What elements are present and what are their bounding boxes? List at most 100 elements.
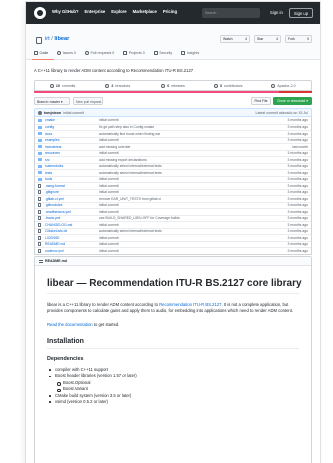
file-name[interactable]: config	[45, 125, 99, 129]
file-commit-message[interactable]: add missing override	[99, 145, 249, 149]
file-row[interactable]: examples initial commit 3 months ago	[35, 136, 311, 144]
file-commit-message[interactable]: initial commit	[99, 223, 249, 227]
file-row[interactable]: tools initial commit 3 months ago	[35, 175, 311, 183]
commit-author[interactable]: tomjnixon	[44, 111, 61, 115]
file-row[interactable]: README.md initial commit 3 months ago	[35, 240, 311, 248]
file-row[interactable]: .travis.yml use BUILD_SHARED_LIBS=OFF for…	[35, 214, 311, 222]
file-row[interactable]: config fix git path step also in Config.c…	[35, 123, 311, 131]
file-name[interactable]: codecov.yml	[45, 249, 99, 253]
fork-count[interactable]: 0	[307, 37, 309, 41]
tab-pull-requests[interactable]: Pull requests 0	[84, 51, 114, 55]
file-commit-message[interactable]: automatically find boost when finding ea…	[99, 132, 249, 136]
file-commit-message[interactable]: initial commit	[99, 177, 249, 181]
file-row[interactable]: resources initial commit 3 months ago	[35, 149, 311, 157]
branch-select-button[interactable]: Branch: master ▾	[34, 97, 70, 105]
file-name[interactable]: README.md	[45, 242, 99, 246]
file-commit-message[interactable]: automatically select internal/external t…	[99, 171, 249, 175]
file-commit-message[interactable]: initial commit	[99, 118, 249, 122]
file-name[interactable]: resources	[45, 151, 99, 155]
file-commit-message[interactable]: initial commit	[99, 190, 249, 194]
file-commit-message[interactable]: initial commit	[99, 210, 249, 214]
nav-link-explore[interactable]: Explore	[111, 9, 126, 14]
repo-name-link[interactable]: libear	[54, 36, 69, 42]
file-commit-message[interactable]: automatically select internal/external t…	[99, 229, 249, 233]
nav-link-why-github[interactable]: Why GitHub?	[52, 9, 79, 14]
file-row[interactable]: .readthedocs.yml initial commit 3 months a…	[35, 208, 311, 215]
github-logo-icon[interactable]	[34, 7, 46, 19]
file-commit-message[interactable]: initial commit	[99, 151, 249, 155]
file-row[interactable]: CHANGELOG.md initial commit 3 months ago	[35, 221, 311, 228]
file-name[interactable]: .travis.yml	[45, 216, 99, 220]
tab-security[interactable]: Security	[153, 51, 172, 55]
file-commit-message[interactable]: initial commit	[99, 242, 249, 246]
file-row[interactable]: codecov.yml initial commit 3 months ago	[35, 247, 311, 254]
file-name[interactable]: .readthedocs.yml	[45, 210, 99, 214]
summary-releases[interactable]: 0 releases	[145, 81, 200, 90]
summary-branches[interactable]: 2 branches	[90, 81, 145, 90]
file-commit-message[interactable]: remove EAR_UNIT_TESTS from gitlab ci	[99, 197, 249, 201]
new-pull-request-button[interactable]: New pull request	[73, 97, 103, 105]
find-file-button[interactable]: Find File	[251, 97, 271, 105]
file-row[interactable]: .gitmodules initial commit 3 months ago	[35, 201, 311, 209]
file-row[interactable]: src add missing export declarations 3 mont…	[35, 156, 311, 163]
sign-in-link[interactable]: Sign in	[270, 10, 283, 15]
file-name[interactable]: tests	[45, 171, 99, 175]
file-commit-message[interactable]: initial commit	[99, 184, 249, 188]
language-bar[interactable]	[34, 91, 312, 93]
file-name[interactable]: cmake	[45, 118, 99, 122]
file-commit-message[interactable]: add missing export declarations	[99, 158, 249, 162]
summary-license[interactable]: Apache-2.0	[256, 81, 311, 90]
file-name[interactable]: docs	[45, 132, 99, 136]
nav-link-pricing[interactable]: Pricing	[163, 9, 177, 14]
file-name[interactable]: submodules	[45, 164, 99, 168]
file-commit-message[interactable]: initial commit	[99, 138, 249, 142]
summary-commits[interactable]: 10 commits	[35, 81, 90, 90]
star-count[interactable]: 4	[276, 37, 278, 41]
file-row[interactable]: docs automatically find boost when findin…	[35, 130, 311, 137]
file-name[interactable]: .gitmodules	[45, 203, 99, 207]
tab-insights[interactable]: Insights	[181, 51, 199, 55]
summary-contributors[interactable]: 3 contributors	[201, 81, 256, 90]
file-row[interactable]: tests automatically select internal/exter…	[35, 169, 311, 176]
file-name[interactable]: src	[45, 158, 99, 162]
file-commit-message[interactable]: initial commit	[99, 236, 249, 240]
file-name[interactable]: LICENSE	[45, 236, 99, 240]
file-row[interactable]: include/ear add missing override last mont…	[35, 143, 311, 150]
file-row[interactable]: .gitlab-ci.yml remove EAR_UNIT_TESTS from…	[35, 195, 311, 202]
watch-count[interactable]: 4	[245, 37, 247, 41]
file-commit-message[interactable]: use BUILD_SHARED_LIBS=OFF for Coverage b…	[99, 216, 249, 220]
file-name[interactable]: examples	[45, 138, 99, 142]
file-commit-message[interactable]: fix git path step also in Config.cmake	[99, 125, 249, 129]
sign-up-button[interactable]: Sign up	[289, 8, 313, 18]
tab-issues[interactable]: Issues 0	[57, 51, 76, 55]
clone-download-button[interactable]: Clone or download ▾	[273, 97, 312, 105]
file-name[interactable]: CHANGELOG.md	[45, 223, 99, 227]
nav-link-marketplace[interactable]: Marketplace	[133, 9, 157, 14]
file-row[interactable]: LICENSE initial commit 3 months ago	[35, 234, 311, 241]
tab-code[interactable]: Code	[34, 51, 48, 55]
fork-button[interactable]: Fork 0	[285, 35, 312, 43]
file-row[interactable]: .gitignore initial commit 3 months ago	[35, 188, 311, 196]
file-name[interactable]: .gitlab-ci.yml	[45, 197, 99, 201]
file-row[interactable]: CMakeLists.txt automatically select inter…	[35, 227, 311, 235]
star-button[interactable]: Star 4	[254, 35, 281, 43]
latest-commit-info[interactable]: Latest commit adeca4c on 15 Jul	[255, 111, 308, 115]
documentation-link[interactable]: Read the documentation	[47, 322, 93, 327]
file-commit-message[interactable]: initial commit	[99, 249, 249, 253]
file-name[interactable]: CMakeLists.txt	[45, 229, 99, 233]
nav-link-enterprise[interactable]: Enterprise	[85, 9, 106, 14]
commit-message[interactable]: initial commit	[63, 111, 84, 115]
recommendation-link[interactable]: Recommendation ITU-R BS.2127	[159, 302, 221, 307]
file-row[interactable]: .clang-format initial commit 3 months ago	[35, 182, 311, 189]
tab-projects[interactable]: Projects 0	[123, 51, 145, 55]
file-name[interactable]: include/ear	[45, 145, 99, 149]
file-row[interactable]: submodules automatically select internal/…	[35, 162, 311, 170]
file-commit-message[interactable]: automatically select internal/external t…	[99, 164, 249, 168]
file-name[interactable]: .clang-format	[45, 184, 99, 188]
file-name[interactable]: .gitignore	[45, 190, 99, 194]
file-name[interactable]: tools	[45, 177, 99, 181]
watch-button[interactable]: Watch 4	[220, 35, 250, 43]
file-commit-message[interactable]: initial commit	[99, 203, 249, 207]
avatar[interactable]	[38, 110, 42, 115]
search-input[interactable]: Search	[202, 8, 260, 18]
